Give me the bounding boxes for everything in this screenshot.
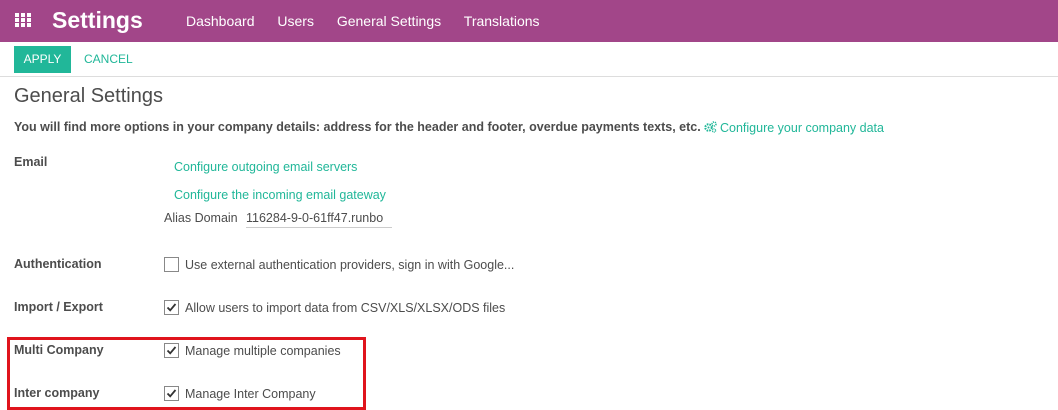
authentication-text: Use external authentication providers, s… xyxy=(185,258,515,272)
alias-domain-label: Alias Domain xyxy=(164,211,238,225)
import-export-text: Allow users to import data from CSV/XLS/… xyxy=(185,301,506,315)
import-export-setting: Allow users to import data from CSV/XLS/… xyxy=(164,300,505,315)
nav-general-settings[interactable]: General Settings xyxy=(337,13,441,29)
import-export-checkbox[interactable] xyxy=(164,300,179,315)
authentication-checkbox[interactable] xyxy=(164,257,179,272)
nav-users[interactable]: Users xyxy=(277,13,314,29)
highlight-box xyxy=(7,337,366,410)
authentication-label: Authentication xyxy=(14,257,102,271)
page-title: General Settings xyxy=(14,85,163,107)
top-navbar: Settings Dashboard Users General Setting… xyxy=(0,0,1058,42)
app-title: Settings xyxy=(52,7,143,33)
configure-company-link[interactable]: Configure your company data xyxy=(704,121,884,135)
control-panel: APPLY CANCEL xyxy=(0,42,1058,77)
nav-translations[interactable]: Translations xyxy=(464,13,540,29)
email-label: Email xyxy=(14,155,48,169)
checkmark-icon xyxy=(166,303,177,312)
cancel-button[interactable]: CANCEL xyxy=(84,46,133,73)
incoming-email-gateway-link[interactable]: Configure the incoming email gateway xyxy=(174,188,386,202)
top-nav-menu: Dashboard Users General Settings Transla… xyxy=(186,13,559,29)
apps-grid-icon[interactable] xyxy=(15,13,32,28)
apply-button[interactable]: APPLY xyxy=(14,46,71,73)
configure-company-link-label: Configure your company data xyxy=(720,121,884,135)
nav-dashboard[interactable]: Dashboard xyxy=(186,13,255,29)
outgoing-email-servers-link[interactable]: Configure outgoing email servers xyxy=(174,160,357,174)
authentication-setting: Use external authentication providers, s… xyxy=(164,257,514,272)
alias-domain-input[interactable] xyxy=(246,208,392,228)
gears-icon xyxy=(704,121,717,133)
import-export-label: Import / Export xyxy=(14,300,103,314)
intro-text: You will find more options in your compa… xyxy=(14,120,701,134)
